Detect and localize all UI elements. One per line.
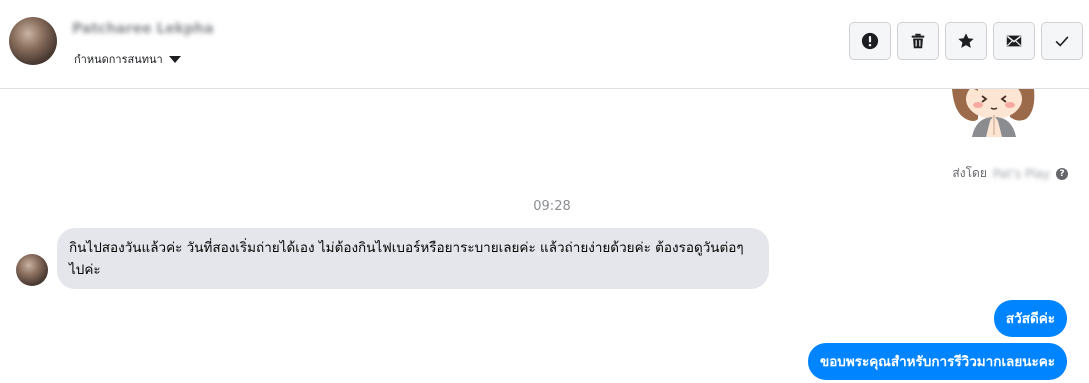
caret-down-icon [168,55,181,63]
star-button[interactable] [945,22,987,60]
outgoing-message-bubble: สวัสดีค่ะ [993,300,1067,337]
outgoing-message-bubble: ขอบพระคุณสำหรับการรีวิวมากเลยนะคะ [807,343,1067,380]
exclamation-icon [861,32,879,50]
trash-icon [911,33,925,49]
report-button[interactable] [849,22,891,60]
envelope-icon [1006,35,1022,47]
conversation-settings-dropdown[interactable]: กำหนดการสนทนา [74,50,181,68]
conversation-settings-label: กำหนดการสนทนา [74,53,163,66]
contact-avatar[interactable] [9,17,57,65]
conversation-header: Patcharee Lekpha กำหนดการสนทนา [0,0,1089,89]
sticker-illustration [952,89,1035,137]
sticker-image [948,89,1040,137]
star-icon [958,33,974,48]
sent-by-page-name: Pat's Play [992,166,1050,181]
contact-name[interactable]: Patcharee Lekpha [72,21,214,37]
sent-by-prefix: ส่งโดย [952,166,987,180]
sent-by-line: ส่งโดย Pat's Play ? [952,164,1068,183]
question-icon[interactable]: ? [1056,167,1068,180]
mark-unread-button[interactable] [993,22,1035,60]
delete-button[interactable] [897,22,939,60]
mark-done-button[interactable] [1041,22,1083,60]
incoming-message-bubble: กินไปสองวันแล้วค่ะ วันที่สองเริ่มถ่ายได้… [57,228,769,289]
message-timestamp: 09:28 [533,199,571,214]
sender-avatar[interactable] [16,254,48,286]
checkmark-icon [1055,36,1069,47]
toolbar [849,22,1083,60]
